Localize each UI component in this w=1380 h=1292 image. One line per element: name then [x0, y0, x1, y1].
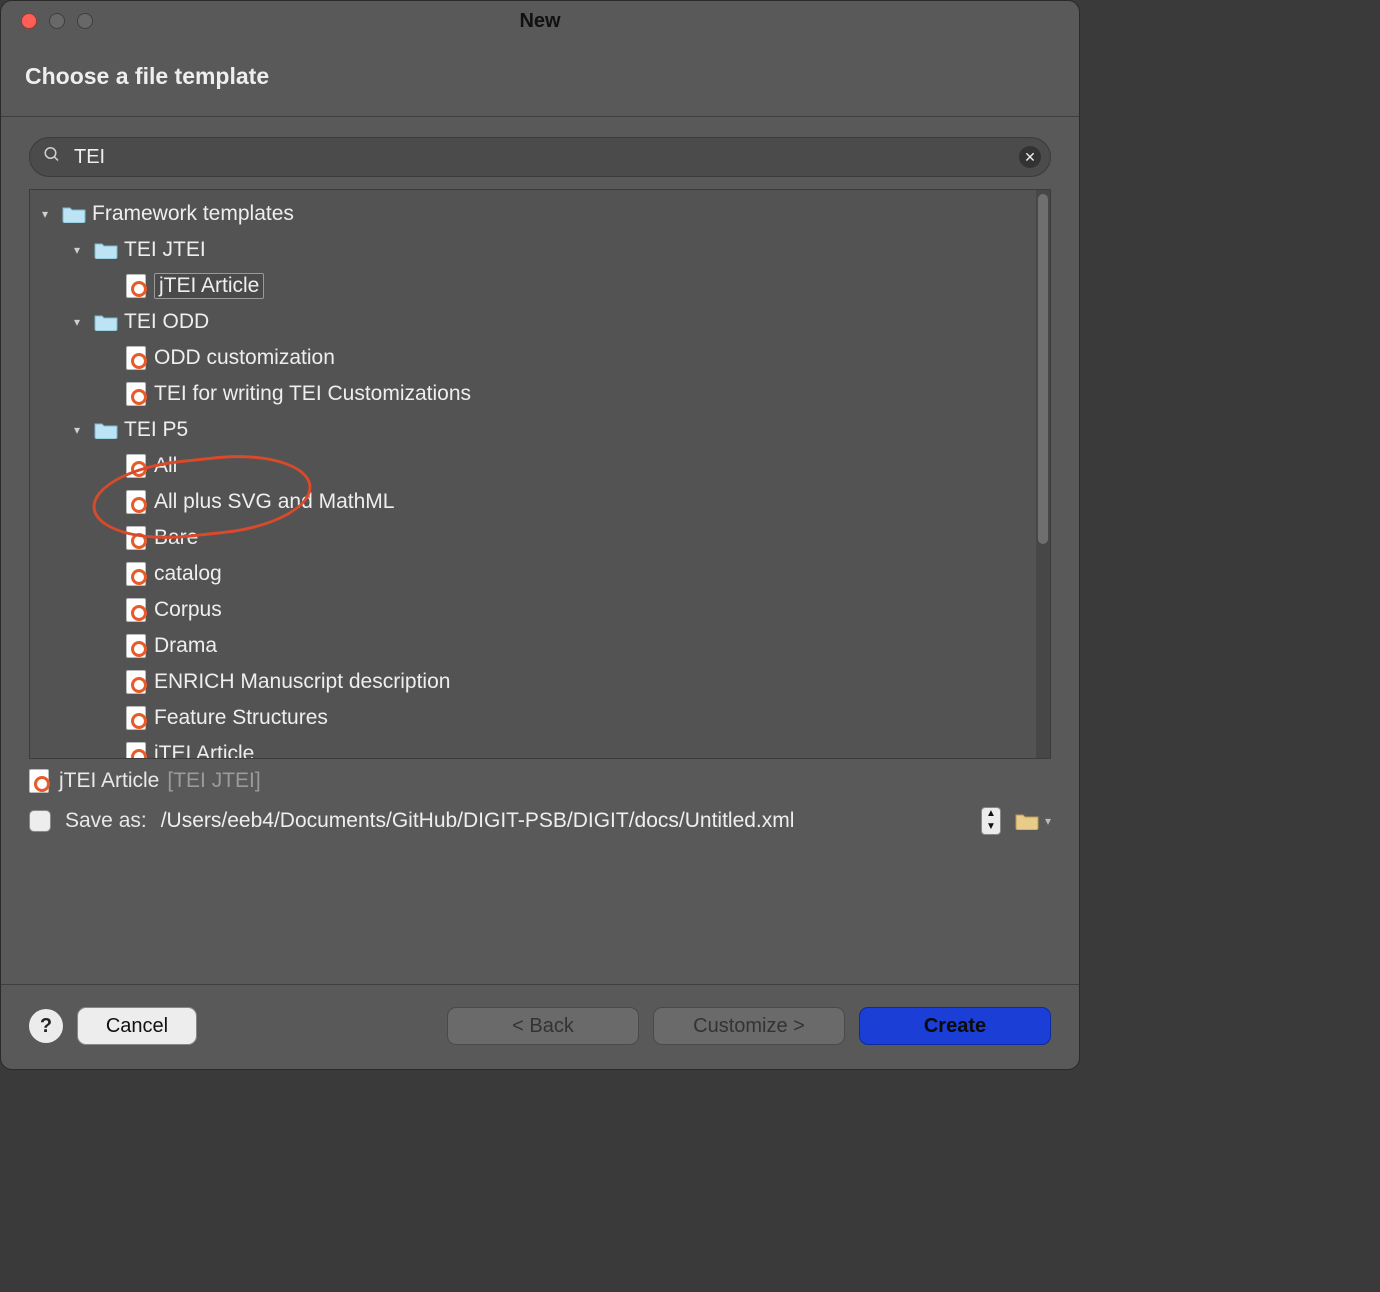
tree-label: ENRICH Manuscript description [154, 670, 450, 694]
search-wrap: ✕ [29, 137, 1051, 177]
folder-icon [62, 205, 86, 223]
scrollbar[interactable] [1036, 190, 1050, 758]
chevron-down-icon[interactable]: ▾ [42, 207, 56, 221]
titlebar: New [1, 1, 1079, 41]
selected-template-label: jTEI Article [59, 769, 159, 793]
dialog-footer: ? Cancel < Back Customize > Create [1, 984, 1079, 1069]
selected-template-context: [TEI JTEI] [167, 769, 260, 793]
tree-label: Framework templates [92, 202, 294, 226]
folder-icon [94, 421, 118, 439]
dialog-heading: Choose a file template [1, 41, 1079, 117]
cancel-button[interactable]: Cancel [77, 1007, 197, 1045]
xml-file-icon [126, 598, 146, 622]
tree-label: ODD customization [154, 346, 335, 370]
folder-icon [1015, 812, 1039, 830]
tree-item[interactable]: Bare [38, 520, 1036, 556]
tree-label: All plus SVG and MathML [154, 490, 394, 514]
xml-file-icon [126, 274, 146, 298]
save-as-label: Save as: [65, 809, 147, 833]
tree-folder-group[interactable]: ▾ TEI ODD [38, 304, 1036, 340]
tree-item[interactable]: ODD customization [38, 340, 1036, 376]
chevron-down-icon[interactable]: ▾ [74, 315, 88, 329]
search-input[interactable] [29, 137, 1051, 177]
tree-label: TEI for writing TEI Customizations [154, 382, 471, 406]
folder-icon [94, 241, 118, 259]
xml-file-icon [126, 454, 146, 478]
save-as-checkbox[interactable] [29, 810, 51, 832]
tree-label: jTEI Article [154, 742, 254, 758]
tree-item[interactable]: catalog [38, 556, 1036, 592]
tree-item[interactable]: Drama [38, 628, 1036, 664]
scrollbar-thumb[interactable] [1038, 194, 1048, 544]
template-tree[interactable]: ▾ Framework templates ▾ TEI JTEI [30, 190, 1036, 758]
tree-label: All [154, 454, 177, 478]
xml-file-icon [126, 382, 146, 406]
dialog-content: ✕ ▾ Framework templates ▾ TEI JTEI [1, 117, 1079, 984]
xml-file-icon [126, 526, 146, 550]
tree-item[interactable]: Corpus [38, 592, 1036, 628]
xml-file-icon [126, 670, 146, 694]
tree-label: TEI P5 [124, 418, 188, 442]
save-as-row: Save as: /Users/eeb4/Documents/GitHub/DI… [29, 805, 1051, 853]
path-stepper[interactable]: ▲ ▼ [981, 807, 1001, 835]
chevron-down-icon[interactable]: ▼ [982, 821, 1000, 834]
chevron-up-icon[interactable]: ▲ [982, 808, 1000, 821]
xml-file-icon [29, 769, 49, 793]
xml-file-icon [126, 562, 146, 586]
xml-file-icon [126, 706, 146, 730]
save-as-path[interactable]: /Users/eeb4/Documents/GitHub/DIGIT-PSB/D… [161, 805, 967, 837]
create-button[interactable]: Create [859, 1007, 1051, 1045]
customize-button: Customize > [653, 1007, 845, 1045]
dialog-window: New Choose a file template ✕ ▾ Framework… [0, 0, 1080, 1070]
chevron-down-icon[interactable]: ▾ [74, 243, 88, 257]
xml-file-icon [126, 634, 146, 658]
tree-item[interactable]: TEI for writing TEI Customizations [38, 376, 1036, 412]
tree-item[interactable]: All plus SVG and MathML [38, 484, 1036, 520]
browse-folder-dropdown[interactable]: ▾ [1015, 812, 1051, 830]
tree-label: Feature Structures [154, 706, 328, 730]
tree-item[interactable]: Feature Structures [38, 700, 1036, 736]
xml-file-icon [126, 346, 146, 370]
tree-label: Corpus [154, 598, 222, 622]
clear-search-icon[interactable]: ✕ [1019, 146, 1041, 168]
search-icon [43, 146, 61, 169]
folder-icon [94, 313, 118, 331]
tree-folder-root[interactable]: ▾ Framework templates [38, 196, 1036, 232]
tree-item[interactable]: jTEI Article [38, 736, 1036, 758]
tree-label: Bare [154, 526, 198, 550]
tree-label: catalog [154, 562, 222, 586]
tree-label: TEI JTEI [124, 238, 206, 262]
tree-label: jTEI Article [154, 273, 264, 299]
template-tree-container: ▾ Framework templates ▾ TEI JTEI [29, 189, 1051, 759]
tree-item[interactable]: ENRICH Manuscript description [38, 664, 1036, 700]
tree-item-selected[interactable]: jTEI Article [38, 268, 1036, 304]
back-button: < Back [447, 1007, 639, 1045]
chevron-down-icon[interactable]: ▾ [74, 423, 88, 437]
help-button[interactable]: ? [29, 1009, 63, 1043]
xml-file-icon [126, 490, 146, 514]
tree-label: Drama [154, 634, 217, 658]
window-title: New [1, 10, 1079, 33]
tree-label: TEI ODD [124, 310, 209, 334]
chevron-down-icon: ▾ [1045, 814, 1051, 828]
xml-file-icon [126, 742, 146, 758]
tree-item[interactable]: All [38, 448, 1036, 484]
tree-folder-group[interactable]: ▾ TEI P5 [38, 412, 1036, 448]
selection-status: jTEI Article [TEI JTEI] [29, 759, 1051, 805]
tree-folder-group[interactable]: ▾ TEI JTEI [38, 232, 1036, 268]
